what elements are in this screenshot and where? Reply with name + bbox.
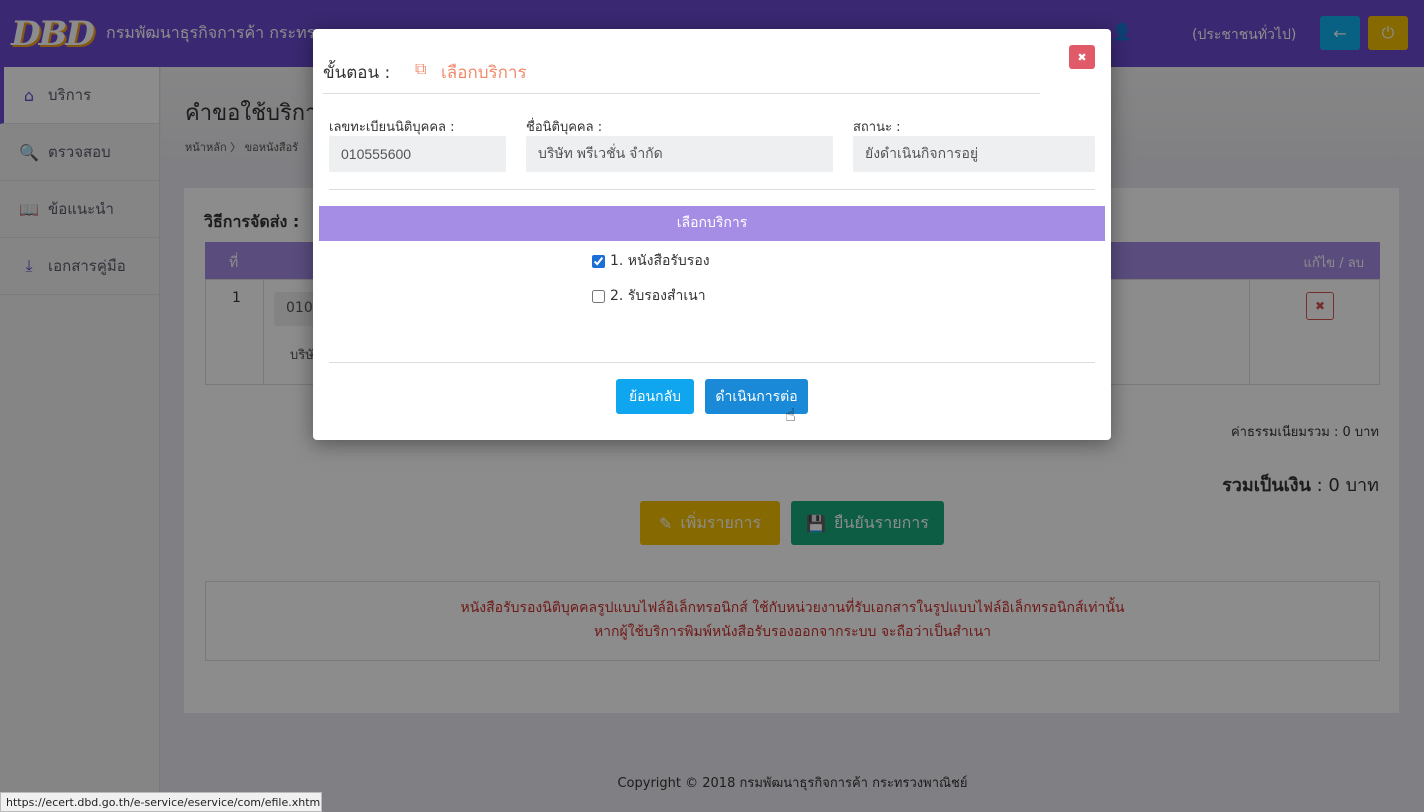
option-certificate-checkbox[interactable] [592,254,605,268]
divider [329,362,1095,363]
option-certificate[interactable]: 1. หนังสือรับรอง [592,250,710,272]
close-icon: ✖ [1077,50,1087,64]
reg-number-field[interactable] [329,136,506,172]
browser-status-bar: https://ecert.dbd.go.th/e-service/eservi… [0,792,322,812]
modal-back-button[interactable]: ย้อนกลับ [616,379,694,414]
company-name-label: ชื่อนิติบุคคล : [526,120,603,135]
copy-icon: ⧉ [415,59,427,78]
status-label: สถานะ : [853,120,901,135]
option-certified-copy[interactable]: 2. รับรองสำเนา [592,285,706,307]
reg-number-label: เลขทะเบียนนิติบุคคล : [329,120,455,135]
pointer-cursor-icon: ☝ [785,405,796,426]
step-label: ขั้นตอน : [323,63,391,83]
divider [329,189,1095,190]
status-field[interactable] [853,136,1095,172]
select-service-modal: ✖ ขั้นตอน : ⧉ เลือกบริการ เลขทะเบียนนิติ… [313,29,1111,440]
option-certified-copy-checkbox[interactable] [592,289,605,303]
company-name-field[interactable] [526,136,833,172]
step-value: เลือกบริการ [441,63,527,83]
section-title: เลือกบริการ [319,206,1105,241]
divider [323,93,1040,94]
modal-close-button[interactable]: ✖ [1069,45,1095,69]
